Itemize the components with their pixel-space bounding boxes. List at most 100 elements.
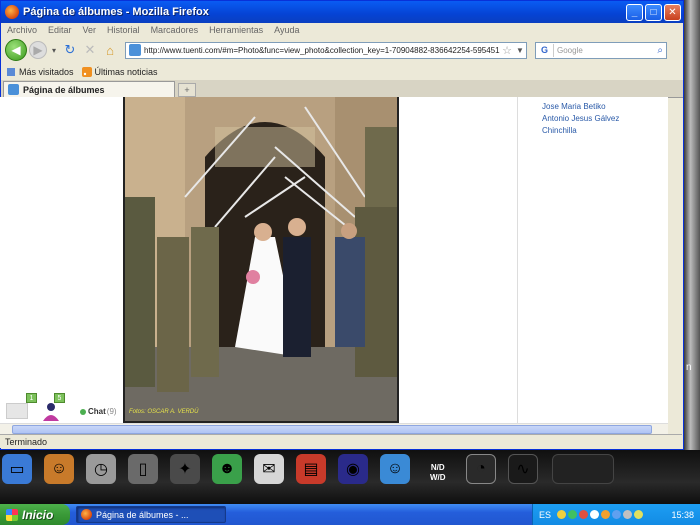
reload-button[interactable]: ↻ [61,41,79,59]
friend-link[interactable]: Antonio Jesus Gálvez [542,113,652,125]
column-divider [517,97,518,423]
menu-editar[interactable]: Editar [48,25,72,35]
close-button[interactable]: ✕ [664,3,681,21]
tray-icon[interactable] [590,510,600,519]
tab-pagina-de-albumes[interactable]: Página de álbumes [3,81,175,97]
bookmark-label: Más visitados [19,66,74,77]
notification-icon[interactable] [6,403,28,419]
menu-marcadores[interactable]: Marcadores [151,25,199,35]
url-dropdown-icon[interactable]: ▼ [514,46,526,55]
search-bar[interactable]: G Google ⌕ [535,41,667,59]
tray-icon[interactable] [557,510,567,519]
minimize-button[interactable]: _ [626,3,643,21]
photo-frame: Fotos: OSCAR A. VERDÚ [123,97,399,423]
taskbar-item-label: Página de álbumes - ... [96,509,189,520]
taskbar-item-firefox[interactable]: Página de álbumes - ... [76,506,226,523]
tray-icon[interactable] [634,510,644,519]
nd-label-top: N/D [430,463,445,472]
windows-taskbar: Inicio Página de álbumes - ... ES 15:38 [0,504,700,525]
search-input[interactable]: Google [557,46,657,55]
status-bar: Terminado [0,434,682,448]
tray-icons [557,510,645,519]
language-indicator[interactable]: ES [539,510,551,520]
gauge-dock-icon[interactable]: ◔ [466,454,496,484]
forward-button[interactable]: ▶ [29,41,47,59]
tray-icon[interactable] [601,510,611,519]
stop-icon: ✕ [84,42,96,57]
menu-archivo[interactable]: Archivo [7,25,37,35]
contacts-dock-icon[interactable]: ☺ [380,454,410,484]
home-button[interactable]: ⌂ [101,41,119,59]
tagged-friends-list: Jose Maria Betiko Antonio Jesus Gálvez C… [542,101,652,137]
reload-icon: ↻ [64,42,76,57]
home-icon: ⌂ [106,42,114,58]
chat-bar: 1 5 Chat (9) [0,393,122,423]
desktop-background-strip: n [684,0,700,450]
bookmark-star-icon[interactable]: ☆ [502,44,512,57]
clock-dock-icon[interactable]: ◷ [86,454,116,484]
dropdown-history-button[interactable]: ▾ [49,41,59,59]
menu-herramientas[interactable]: Herramientas [209,25,263,35]
activity-widget[interactable] [552,454,614,484]
messenger-dock-icon[interactable]: ☻ [212,454,242,484]
wedding-photo[interactable] [125,97,397,421]
google-engine-icon[interactable]: G [536,43,554,57]
menu-historial[interactable]: Historial [107,25,140,35]
mail-dock-icon[interactable]: ✉ [254,454,284,484]
nd-label-bottom: W/D [430,473,446,482]
clock: 15:38 [671,509,694,520]
video-dock-icon[interactable]: ▤ [296,454,326,484]
windows-logo-icon [6,508,18,521]
bookmark-mas-visitados[interactable]: Más visitados [6,67,74,77]
forward-arrow-icon: ▶ [33,43,43,57]
chat-button[interactable]: Chat (9) [80,407,117,416]
system-tray: ES 15:38 [532,504,700,525]
new-tab-button[interactable]: + [178,83,196,97]
computer-dock-icon[interactable]: ▭ [2,454,32,484]
tab-strip: Página de álbumes + [1,80,683,98]
friend-link[interactable]: Chinchilla [542,125,652,137]
navigation-toolbar: ◀ ▶ ▾ ↻ ✕ ⌂ http://www.tuenti.com/#m=Pho… [1,37,683,63]
status-text: Terminado [5,436,48,447]
desktop-text: n [686,362,692,373]
tray-icon[interactable] [579,510,589,519]
stop-button[interactable]: ✕ [81,41,99,59]
trash-dock-icon[interactable]: ▯ [128,454,158,484]
tray-icon[interactable] [623,510,633,519]
back-button[interactable]: ◀ [5,39,27,61]
network-graph-dock-icon[interactable]: ∿ [508,454,538,484]
tab-label: Página de álbumes [23,84,105,95]
rss-icon [81,66,92,77]
maximize-button[interactable]: □ [645,3,662,21]
start-button[interactable]: Inicio [0,504,70,525]
window-title: Página de álbumes - Mozilla Firefox [23,6,209,18]
friend-link[interactable]: Jose Maria Betiko [542,101,652,113]
bookmarks-toolbar: Más visitados Últimas noticias [1,63,683,80]
horizontal-scrollbar[interactable] [0,423,668,434]
people-dock-icon[interactable]: ☺ [44,454,74,484]
chat-count: (9) [106,407,117,416]
media-player-dock-icon[interactable]: ◉ [338,454,368,484]
chat-label: Chat [88,407,106,416]
notification-badge: 1 [26,393,37,403]
avatar-icon[interactable] [40,401,62,421]
search-icon[interactable]: ⌕ [657,45,663,56]
tray-icon[interactable] [612,510,622,519]
tab-favicon [8,84,19,95]
title-bar: Página de álbumes - Mozilla Firefox _ □ … [1,1,683,23]
site-favicon [129,44,141,56]
bookmark-icon [7,67,15,76]
url-bar[interactable]: http://www.tuenti.com/#m=Photo&func=view… [125,41,527,59]
url-text: http://www.tuenti.com/#m=Photo&func=view… [144,45,501,55]
menu-ayuda[interactable]: Ayuda [274,25,299,35]
tools-dock-icon[interactable]: ✦ [170,454,200,484]
bookmark-ultimas-noticias[interactable]: Últimas noticias [81,66,158,77]
menu-ver[interactable]: Ver [83,25,97,35]
cpu-monitor-widget[interactable]: N/D W/D [430,463,446,483]
horizontal-scroll-thumb[interactable] [12,425,652,434]
bookmark-label: Últimas noticias [94,66,158,77]
tray-icon[interactable] [568,510,578,519]
back-arrow-icon: ◀ [11,43,21,57]
page-content: Fotos: OSCAR A. VERDÚ Jose Maria Betiko … [0,97,668,423]
message-badge: 5 [54,393,65,403]
